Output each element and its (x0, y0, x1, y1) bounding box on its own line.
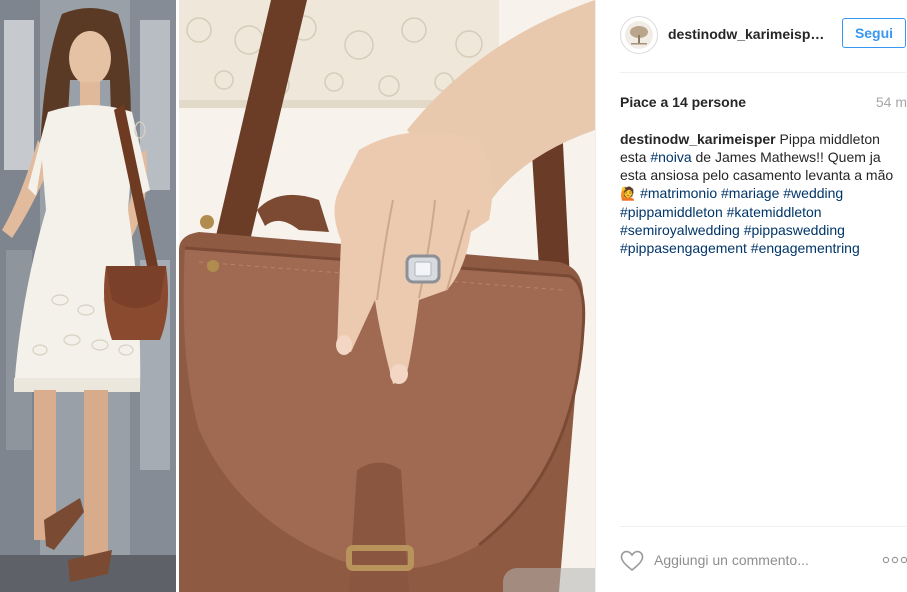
hashtag-link[interactable]: #pippamiddleton (620, 204, 723, 220)
comment-divider (620, 526, 906, 527)
hashtag-link[interactable]: #pippaswedding (744, 222, 845, 238)
comment-input[interactable] (654, 549, 854, 571)
hashtag-link[interactable]: #engagementring (751, 240, 860, 256)
woman-walking-image (0, 0, 176, 592)
ring-closeup-image (179, 0, 595, 592)
post-time[interactable]: 54 m (876, 94, 907, 110)
hashtag-link[interactable]: #pippasengagement (620, 240, 747, 256)
post-caption: destinodw_karimeisper Pippa middleton es… (620, 130, 907, 257)
heart-icon[interactable] (620, 550, 644, 572)
photo-right-panel (179, 0, 595, 592)
post-photo[interactable] (0, 0, 595, 592)
post-side-panel: destinodw_karimeisp… Segui Piace a 14 pe… (595, 0, 907, 592)
post-header: destinodw_karimeisp… Segui (596, 0, 907, 72)
raised-hand-emoji: 🙋 (620, 186, 637, 201)
likes-count[interactable]: Piace a 14 persone (620, 94, 746, 110)
avatar[interactable] (620, 16, 658, 54)
hashtag-link[interactable]: #wedding (783, 185, 843, 201)
photo-left-panel (0, 0, 176, 592)
hashtag-link[interactable]: #semiroyalwedding (620, 222, 740, 238)
hashtag-link[interactable]: #mariage (721, 185, 779, 201)
header-divider (620, 72, 906, 73)
photo-indicator (503, 568, 595, 592)
hashtag-link[interactable]: #matrimonio (640, 185, 717, 201)
post-username[interactable]: destinodw_karimeisp… (668, 26, 828, 42)
avatar-tree-icon (625, 21, 653, 49)
hashtag-link[interactable]: #noiva (650, 149, 691, 165)
caption-username[interactable]: destinodw_karimeisper (620, 131, 776, 147)
more-options-icon[interactable] (882, 550, 907, 570)
follow-button[interactable]: Segui (842, 18, 906, 48)
hashtag-link[interactable]: #katemiddleton (727, 204, 822, 220)
